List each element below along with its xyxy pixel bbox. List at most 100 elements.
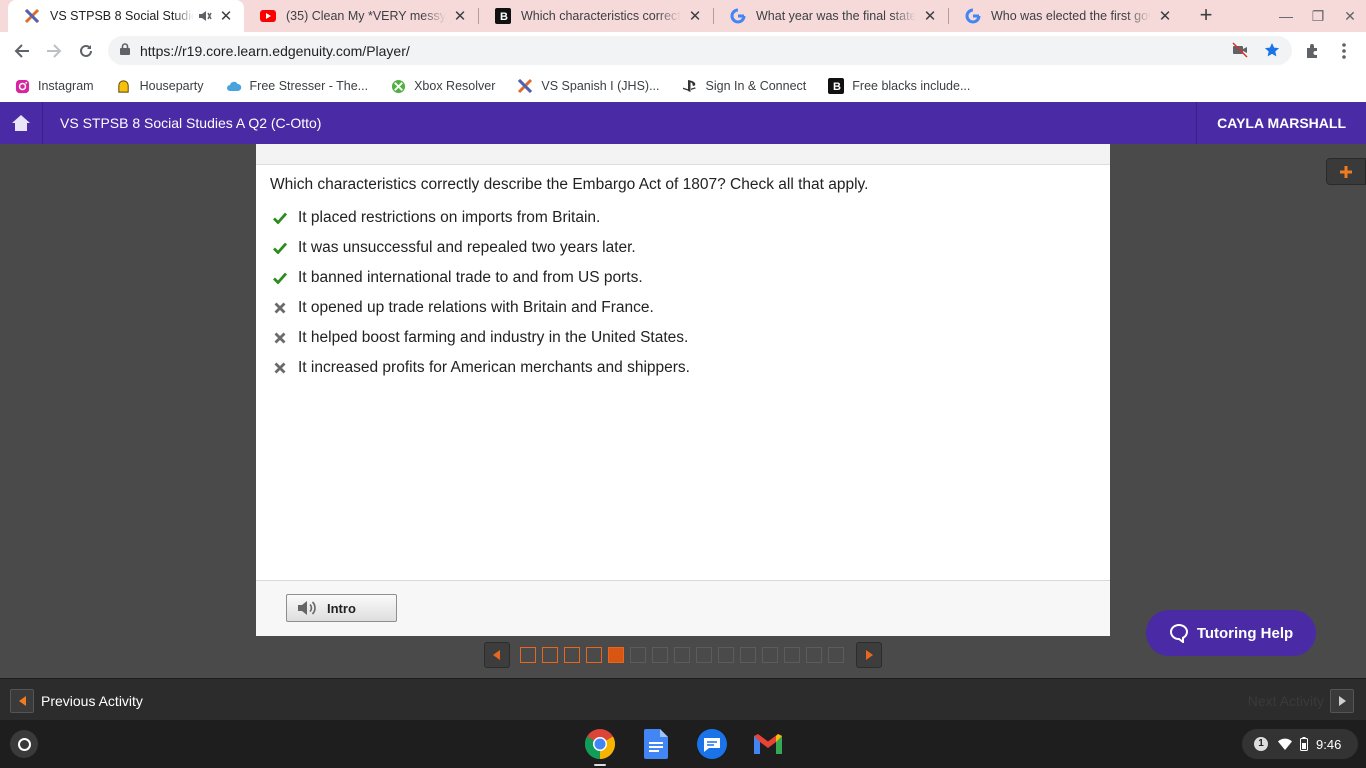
plus-icon — [1340, 165, 1352, 178]
tab-strip: VS STPSB 8 Social Studies A ✕ (35) Clean… — [0, 0, 1366, 32]
answer-option: It opened up trade relations with Britai… — [272, 299, 654, 317]
menu-kebab-icon[interactable] — [1332, 39, 1356, 63]
next-activity-label: Next Activity — [1247, 693, 1324, 709]
pager-question-1[interactable] — [520, 647, 536, 663]
bookmark-sign-in-connect[interactable]: Sign In & Connect — [682, 78, 806, 94]
camera-blocked-icon[interactable] — [1232, 42, 1248, 61]
chat-bubble-icon — [1169, 623, 1189, 643]
close-tab-icon[interactable]: ✕ — [452, 8, 468, 25]
close-tab-icon[interactable]: ✕ — [922, 8, 938, 25]
panel-bottombar: Intro — [256, 580, 1110, 636]
pager-question-2[interactable] — [542, 647, 558, 663]
checkmark-icon — [272, 210, 288, 226]
pager-question-12[interactable] — [762, 647, 778, 663]
pager-question-14[interactable] — [806, 647, 822, 663]
brainly-icon: B — [495, 8, 511, 24]
wifi-icon — [1278, 738, 1292, 750]
instagram-icon — [14, 78, 30, 94]
browser-toolbar: https://r19.core.learn.edgenuity.com/Pla… — [0, 32, 1366, 70]
activity-navigation-bar: Previous Activity Next Activity — [0, 678, 1366, 720]
edgenuity-x-icon — [517, 78, 533, 94]
pager-question-3[interactable] — [564, 647, 580, 663]
tab-brainly[interactable]: B Which characteristics correctly descri… — [479, 0, 713, 32]
gmail-icon[interactable] — [752, 728, 784, 760]
bookmark-xbox-resolver[interactable]: Xbox Resolver — [390, 78, 495, 94]
tab-google-2[interactable]: Who was elected the first govern ✕ — [949, 0, 1183, 32]
google-icon — [965, 8, 981, 24]
previous-activity-button[interactable] — [10, 689, 34, 713]
arrow-left-icon — [14, 44, 29, 58]
pager-previous-button[interactable] — [484, 642, 510, 668]
next-activity-button[interactable] — [1330, 689, 1354, 713]
close-tab-icon[interactable]: ✕ — [218, 8, 234, 25]
pager-question-15[interactable] — [828, 647, 844, 663]
pager-question-11[interactable] — [740, 647, 756, 663]
expand-tools-button[interactable] — [1326, 158, 1366, 185]
extensions-icon[interactable] — [1300, 39, 1324, 63]
cloud-icon — [226, 78, 242, 94]
bookmark-houseparty[interactable]: Houseparty — [116, 78, 204, 94]
reload-icon — [80, 44, 92, 57]
home-button[interactable] — [0, 102, 43, 144]
home-icon — [12, 115, 30, 131]
close-tab-icon[interactable]: ✕ — [1157, 8, 1173, 25]
edgenuity-x-icon — [24, 8, 40, 24]
bookmark-free-blacks[interactable]: B Free blacks include... — [828, 78, 970, 94]
bookmarks-bar: Instagram Houseparty Free Stresser - The… — [0, 70, 1366, 102]
launcher-circle-icon — [17, 737, 31, 751]
messages-app-icon[interactable] — [696, 728, 728, 760]
x-mark-icon — [272, 330, 288, 346]
tab-youtube[interactable]: (35) Clean My *VERY messy* Room ✕ — [244, 0, 478, 32]
muted-speaker-icon[interactable] — [198, 9, 212, 23]
intro-button[interactable]: Intro — [286, 594, 397, 622]
answer-option: It was unsuccessful and repealed two yea… — [272, 239, 636, 257]
bookmark-instagram[interactable]: Instagram — [14, 78, 94, 94]
pager-question-6[interactable] — [630, 647, 646, 663]
close-window-icon[interactable]: ✕ — [1340, 6, 1360, 26]
tab-edgenuity[interactable]: VS STPSB 8 Social Studies A ✕ — [8, 0, 244, 32]
launcher-button[interactable] — [10, 730, 38, 758]
pager-question-5[interactable] — [608, 647, 624, 663]
minimize-icon[interactable]: — — [1276, 6, 1296, 26]
svg-text:B: B — [500, 11, 508, 23]
chrome-app-icon[interactable] — [584, 728, 616, 760]
svg-text:B: B — [833, 81, 841, 93]
pager-next-button[interactable] — [856, 642, 882, 668]
restore-icon[interactable]: ❐ — [1308, 6, 1328, 26]
pager-question-4[interactable] — [586, 647, 602, 663]
pager-question-9[interactable] — [696, 647, 712, 663]
google-docs-icon[interactable] — [640, 728, 672, 760]
close-tab-icon[interactable]: ✕ — [687, 8, 703, 25]
tab-google-1[interactable]: What year was the final state ca ✕ — [714, 0, 948, 32]
new-tab-button[interactable]: + — [1194, 4, 1218, 28]
question-panel: Which characteristics correctly describe… — [256, 144, 1110, 636]
bookmark-vs-spanish[interactable]: VS Spanish I (JHS)... — [517, 78, 660, 94]
lock-icon — [120, 43, 130, 58]
answer-option: It helped boost farming and industry in … — [272, 329, 688, 347]
previous-activity-label[interactable]: Previous Activity — [41, 693, 143, 709]
youtube-icon — [260, 8, 276, 24]
user-name[interactable]: CAYLA MARSHALL — [1196, 102, 1366, 144]
back-button[interactable] — [10, 39, 34, 63]
status-tray[interactable]: 1 9:46 — [1242, 729, 1358, 759]
panel-topbar — [256, 144, 1110, 165]
pager-question-10[interactable] — [718, 647, 734, 663]
bookmark-free-stresser[interactable]: Free Stresser - The... — [226, 78, 368, 94]
forward-button[interactable] — [42, 39, 66, 63]
clock-time: 9:46 — [1316, 736, 1342, 752]
speaker-icon — [297, 600, 317, 616]
xbox-icon — [390, 78, 406, 94]
address-bar[interactable]: https://r19.core.learn.edgenuity.com/Pla… — [108, 36, 1292, 65]
arrow-right-icon — [47, 44, 62, 58]
answer-option: It increased profits for American mercha… — [272, 359, 690, 377]
question-prompt: Which characteristics correctly describe… — [270, 176, 869, 193]
star-icon[interactable] — [1264, 42, 1280, 61]
reload-button[interactable] — [74, 39, 98, 63]
tutoring-help-button[interactable]: Tutoring Help — [1146, 610, 1316, 656]
active-app-indicator — [594, 764, 606, 766]
notification-count-badge: 1 — [1254, 737, 1268, 751]
pager-question-8[interactable] — [674, 647, 690, 663]
triangle-left-icon — [493, 650, 500, 660]
pager-question-7[interactable] — [652, 647, 668, 663]
pager-question-13[interactable] — [784, 647, 800, 663]
